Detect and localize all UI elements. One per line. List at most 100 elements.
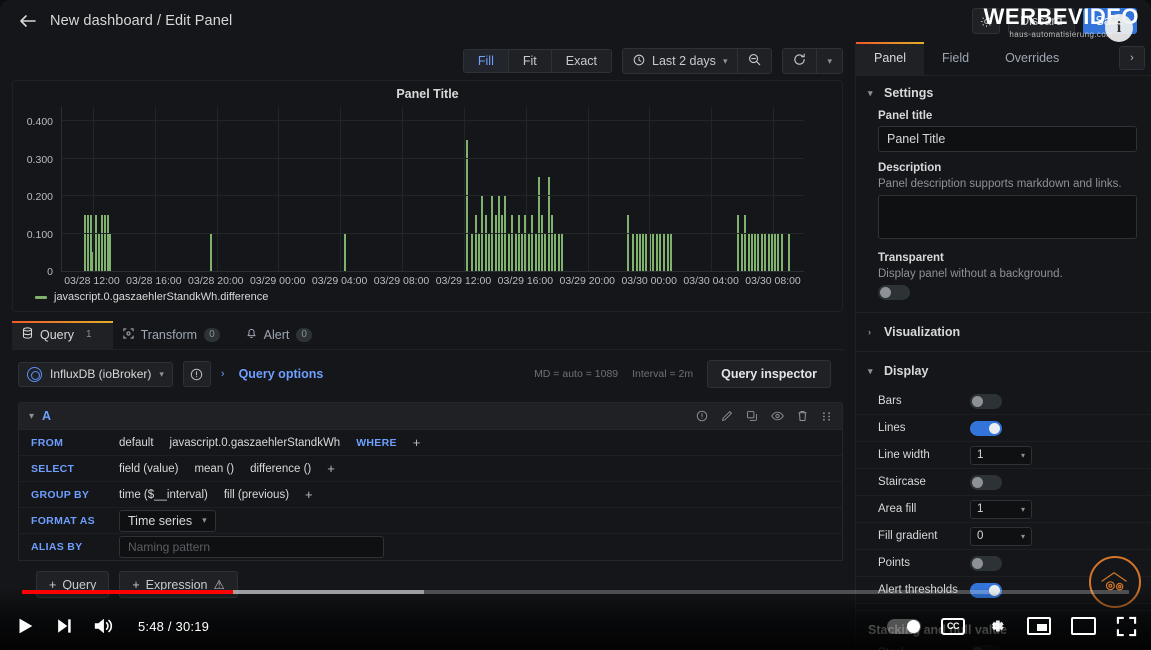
grafana-app: New dashboard / Edit Panel Discard Save	[0, 0, 1151, 650]
chart-bar	[510, 214, 513, 271]
gridline-vertical	[525, 107, 527, 271]
transform-icon	[122, 328, 134, 342]
display-row-fill-gradient: Fill gradient 0 ▾	[856, 523, 1151, 550]
panel-title-input[interactable]	[878, 126, 1137, 152]
volume-icon[interactable]	[92, 616, 114, 636]
refresh-group: ▾	[782, 48, 843, 74]
format-as-select[interactable]: Time series ▾	[119, 509, 216, 532]
query-inspector-button[interactable]: Query inspector	[707, 360, 831, 388]
points-toggle[interactable]	[970, 555, 1002, 571]
fit-mode-exact[interactable]: Exact	[551, 50, 611, 72]
fullscreen-icon[interactable]	[1116, 616, 1137, 637]
zoom-out-button[interactable]	[738, 49, 772, 73]
chart-bar	[484, 214, 487, 271]
alias-by-input[interactable]	[119, 536, 384, 558]
line-width-select[interactable]: 1 ▾	[970, 445, 1032, 465]
section-display[interactable]: ▾ Display	[856, 354, 1151, 388]
groupby-fill[interactable]: fill (previous)	[216, 487, 297, 503]
bars-toggle[interactable]	[970, 393, 1002, 409]
picture-in-picture-icon[interactable]	[1027, 617, 1051, 635]
gear-icon[interactable]	[985, 615, 1007, 637]
chevron-right-icon[interactable]: ›	[1119, 46, 1145, 70]
gridline-vertical	[154, 107, 156, 271]
time-range-picker[interactable]: Last 2 days ▾	[623, 49, 739, 73]
section-settings[interactable]: ▾ Settings	[856, 76, 1151, 110]
chevron-down-icon[interactable]: ▾	[29, 411, 34, 422]
select-field[interactable]: field (value)	[111, 461, 186, 477]
section-display-label: Display	[884, 364, 929, 378]
chart-bar	[550, 214, 553, 271]
query-row-select: SELECT field (value) mean () difference …	[19, 456, 842, 482]
tab-alert[interactable]: Alert 0	[236, 321, 328, 349]
chevron-down-icon: ▾	[159, 368, 164, 379]
refresh-button[interactable]	[783, 49, 818, 73]
tab-overrides[interactable]: Overrides	[987, 42, 1077, 75]
panel-title: Panel Title	[396, 87, 459, 101]
query-tab-bar: Query 1 Transform 0 Alert 0	[12, 320, 843, 350]
from-policy[interactable]: default	[111, 435, 162, 451]
from-measurement[interactable]: javascript.0.gaszaehlerStandkWh	[162, 435, 349, 451]
help-circle-icon[interactable]	[182, 361, 211, 387]
query-ref-id[interactable]: A	[42, 409, 51, 423]
tab-query[interactable]: Query 1	[12, 321, 113, 349]
row-key-groupby: GROUP BY	[31, 488, 90, 501]
closed-captions-icon[interactable]: CC	[941, 617, 965, 635]
description-textarea[interactable]	[878, 195, 1137, 239]
autoplay-toggle[interactable]	[887, 618, 921, 634]
breadcrumb[interactable]: New dashboard / Edit Panel	[50, 13, 232, 29]
tab-panel[interactable]: Panel	[856, 42, 924, 75]
gridline-vertical	[463, 107, 465, 271]
staircase-toggle[interactable]	[970, 474, 1002, 490]
section-visualization[interactable]: › Visualization	[856, 315, 1151, 349]
eye-icon[interactable]	[771, 410, 784, 422]
graph-panel[interactable]: Panel Title 0.400 0.300 0.200 0.100 0 03/28 …	[12, 80, 843, 312]
query-options-link[interactable]: Query options	[239, 367, 324, 381]
datasource-picker[interactable]: InfluxDB (ioBroker) ▾	[18, 361, 173, 387]
arrow-left-icon[interactable]	[14, 8, 40, 34]
panel-splitter[interactable]	[0, 312, 855, 320]
chart-bar	[557, 233, 560, 271]
x-axis-tick: 03/28 16:00	[126, 275, 182, 287]
select-mean[interactable]: mean ()	[186, 461, 242, 477]
progress-bar-track[interactable]	[22, 590, 1129, 594]
chart-bar	[504, 196, 507, 271]
trash-icon[interactable]	[797, 410, 808, 422]
fit-mode-fit[interactable]: Fit	[508, 50, 552, 72]
chevron-down-icon: ▾	[827, 55, 832, 66]
tab-field[interactable]: Field	[924, 42, 987, 75]
next-track-icon[interactable]	[54, 616, 74, 636]
gear-icon[interactable]	[972, 8, 1001, 34]
chart-bar	[780, 233, 783, 271]
bars-label: Bars	[878, 395, 902, 407]
chevron-down-icon: ▾	[1020, 531, 1025, 541]
groupby-time[interactable]: time ($__interval)	[111, 487, 216, 503]
transparent-toggle[interactable]	[878, 285, 910, 300]
tab-transform[interactable]: Transform 0	[113, 322, 236, 349]
discard-button[interactable]: Discard	[1008, 8, 1075, 34]
add-select-button[interactable]: +	[319, 461, 343, 476]
area-fill-select[interactable]: 1 ▾	[970, 499, 1032, 519]
pencil-icon[interactable]	[721, 410, 733, 422]
chart-bar	[754, 233, 757, 271]
chart-bar	[631, 233, 634, 271]
add-where-button[interactable]: +	[405, 435, 429, 450]
watermark-info-badge: i	[1105, 14, 1133, 42]
drag-handle-icon[interactable]	[821, 411, 832, 422]
chart-bar	[521, 233, 524, 271]
select-difference[interactable]: difference ()	[242, 461, 319, 477]
duplicate-icon[interactable]	[746, 410, 758, 422]
theater-mode-icon[interactable]	[1071, 617, 1096, 635]
play-icon[interactable]	[14, 615, 36, 637]
where-keyword[interactable]: WHERE	[348, 435, 405, 451]
lines-toggle[interactable]	[970, 420, 1002, 436]
datasource-row: InfluxDB (ioBroker) ▾ › Query options MD…	[0, 350, 855, 396]
chart-bar	[477, 233, 480, 271]
add-groupby-button[interactable]: +	[297, 487, 321, 502]
query-row-from: FROM default javascript.0.gaszaehlerStan…	[19, 430, 842, 456]
query-options-caret[interactable]: ›	[221, 368, 225, 380]
fit-mode-fill[interactable]: Fill	[463, 50, 509, 72]
refresh-interval-dropdown[interactable]: ▾	[817, 49, 842, 73]
display-row-staircase: Staircase	[856, 469, 1151, 496]
help-circle-icon[interactable]	[696, 410, 708, 422]
fill-gradient-select[interactable]: 0 ▾	[970, 526, 1032, 546]
